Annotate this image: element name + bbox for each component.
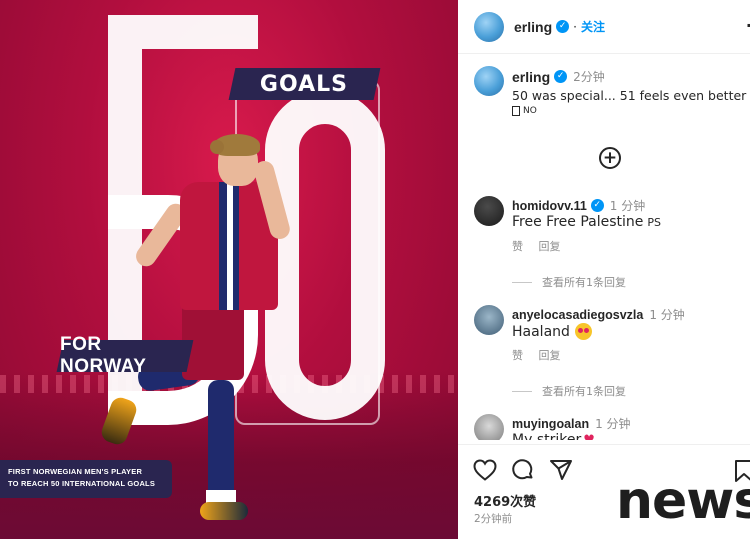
comment-text: Haaland	[512, 323, 570, 340]
comment-time: 1 分钟	[649, 308, 685, 322]
comment-icon[interactable]	[510, 457, 536, 483]
like-comment-button[interactable]: 赞	[512, 349, 523, 362]
commenter-avatar[interactable]	[474, 305, 504, 335]
news-watermark: news	[616, 471, 750, 531]
like-comment-button[interactable]: 赞	[512, 240, 523, 253]
comment-text-row: My striker ♥	[512, 432, 595, 440]
replies-divider	[512, 281, 532, 283]
commenter-avatar[interactable]	[474, 196, 504, 226]
comment-header: muyingoalan 1 分钟	[512, 415, 631, 432]
commenter-username[interactable]: muyingoalan	[512, 417, 589, 431]
follow-button[interactable]: 关注	[581, 18, 605, 35]
achievement-line-1: FIRST NORWEGIAN MEN'S PLAYER	[8, 467, 143, 476]
player-boot-left	[98, 394, 140, 448]
comment-header: homidovv.11 ✓ 1 分钟	[512, 197, 645, 214]
post-header: erling ✓ · 关注 ·	[458, 0, 750, 54]
reply-button[interactable]: 回复	[539, 240, 561, 253]
achievement-line-2: TO REACH 50 INTERNATIONAL GOALS	[8, 479, 156, 488]
comment-time: 1 分钟	[595, 417, 631, 431]
comment-actions: 赞 回复	[512, 238, 573, 254]
commenter-username[interactable]: anyelocasadiegosvzla	[512, 308, 643, 322]
achievement-caption: FIRST NORWEGIAN MEN'S PLAYER TO REACH 50…	[0, 460, 172, 498]
post-side-panel: erling ✓ · 关注 · erling ✓ 2分钟 50 was spec…	[458, 0, 750, 539]
goals-label: GOALS	[260, 71, 349, 97]
norway-badge: FOR NORWAY	[56, 334, 194, 377]
red-heart-icon: ♥	[583, 432, 595, 441]
caption-text: 50 was special... 51 feels even better	[512, 88, 747, 103]
post-action-bar: 4269次赞 2分钟前 news	[458, 444, 750, 539]
flag-text: NO	[523, 106, 537, 116]
action-icons	[472, 457, 586, 483]
replies-divider	[512, 390, 532, 392]
caption-avatar[interactable]	[474, 66, 504, 96]
caption-username[interactable]: erling	[512, 69, 550, 85]
player-hair-bun	[210, 140, 224, 154]
likes-count[interactable]: 4269次赞	[474, 491, 536, 510]
goals-badge: GOALS	[228, 68, 381, 100]
view-replies-button[interactable]: 查看所有1条回复	[512, 274, 626, 290]
comments-list[interactable]: homidovv.11 ✓ 1 分钟 Free Free Palestine P…	[458, 190, 750, 440]
player-leg-right	[208, 380, 234, 500]
player-boot-right	[200, 502, 248, 520]
post-image[interactable]: GOALS FOR NORWAY FIRST NORWEGIAN MEN'S P…	[0, 0, 458, 539]
norway-label: FOR NORWAY	[60, 334, 147, 377]
reply-button[interactable]: 回复	[539, 349, 561, 362]
plus-circle-icon[interactable]: +	[599, 147, 621, 169]
comment-time: 1 分钟	[609, 199, 646, 213]
verified-icon: ✓	[556, 20, 570, 33]
commenter-avatar[interactable]	[474, 414, 504, 440]
posted-time: 2分钟前	[474, 513, 513, 525]
comment-header: anyelocasadiegosvzla 1 分钟	[512, 306, 685, 323]
commenter-username[interactable]: homidovv.11	[512, 199, 587, 213]
flag-icon	[512, 106, 520, 116]
caption-time: 2分钟	[573, 70, 605, 84]
comment-suffix: PS	[647, 215, 661, 229]
heart-eyes-emoji-icon	[574, 323, 592, 340]
caption-meta: erling ✓ 2分钟	[512, 68, 605, 85]
comment-actions: 赞 回复	[512, 347, 573, 363]
author-avatar[interactable]	[474, 11, 504, 42]
view-replies-label: 查看所有1条回复	[542, 276, 626, 289]
comment-text-row: Free Free Palestine PS	[512, 214, 661, 230]
heart-icon[interactable]	[472, 457, 498, 483]
comment-text: Free Free Palestine	[512, 214, 644, 230]
share-icon[interactable]	[548, 457, 574, 483]
header-separator: ·	[573, 19, 577, 34]
comment-text: My striker	[512, 432, 582, 440]
more-options-icon[interactable]: ·	[746, 16, 750, 35]
view-replies-button[interactable]: 查看所有1条回复	[512, 383, 626, 399]
caption-flag: NO	[512, 106, 537, 116]
verified-icon: ✓	[554, 70, 568, 83]
comment-text-row: Haaland	[512, 323, 592, 340]
author-username[interactable]: erling	[514, 19, 552, 35]
view-replies-label: 查看所有1条回复	[542, 385, 626, 398]
verified-icon: ✓	[590, 199, 604, 212]
